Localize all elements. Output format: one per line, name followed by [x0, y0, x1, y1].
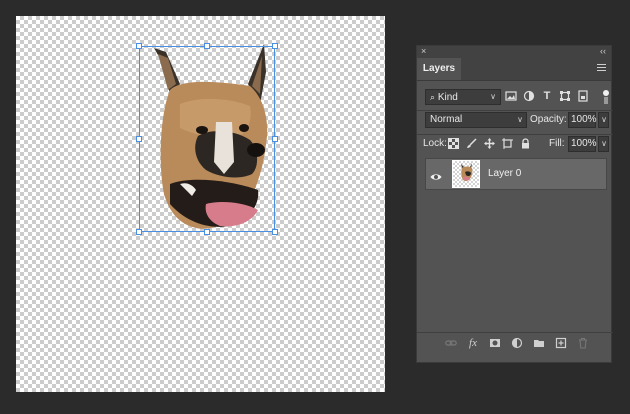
- tab-layers[interactable]: Layers: [417, 58, 461, 80]
- blend-mode-value: Normal: [430, 114, 463, 125]
- document-canvas[interactable]: [16, 16, 385, 392]
- chevron-down-icon: ∨: [601, 139, 607, 148]
- transform-handle-middle-left[interactable]: [136, 136, 142, 142]
- delete-layer-icon[interactable]: [577, 337, 589, 349]
- fill-input[interactable]: 100%: [568, 136, 597, 152]
- layer-name: Layer 0: [488, 168, 522, 179]
- filter-kind-select[interactable]: ⌕ Kind ∨: [425, 89, 501, 105]
- transform-handle-top-middle[interactable]: [204, 43, 210, 49]
- new-layer-icon[interactable]: [555, 337, 567, 349]
- layer-thumbnail: [452, 160, 480, 188]
- lock-transparent-pixels-icon[interactable]: [448, 138, 459, 149]
- lock-position-icon[interactable]: [484, 138, 495, 149]
- panel-tab-bar: Layers: [417, 58, 611, 81]
- filter-toggle-switch[interactable]: [603, 89, 609, 105]
- chevron-down-icon: ∨: [490, 92, 496, 101]
- close-panel-icon[interactable]: ×: [421, 46, 426, 56]
- lock-label: Lock:: [423, 138, 447, 149]
- layers-bottom-toolbar: fx: [417, 334, 613, 354]
- chevron-down-icon: ∨: [517, 115, 523, 124]
- blend-mode-select[interactable]: Normal ∨: [425, 112, 527, 128]
- opacity-value: 100%: [571, 114, 597, 125]
- transform-handle-top-left[interactable]: [136, 43, 142, 49]
- transform-handle-bottom-left[interactable]: [136, 229, 142, 235]
- layers-panel: × ‹‹ Layers ⌕ Kind ∨ T Normal ∨ Opacity:…: [416, 45, 613, 363]
- lock-fill-row: Lock: Fill: 100% ∨: [417, 136, 613, 154]
- fx-icon[interactable]: fx: [467, 337, 479, 349]
- visibility-eye-icon[interactable]: [430, 169, 442, 180]
- divider: [417, 110, 613, 111]
- panel-menu-icon[interactable]: [597, 64, 606, 72]
- shape-filter-icon[interactable]: [559, 90, 571, 102]
- blend-opacity-row: Normal ∨ Opacity: 100% ∨: [417, 112, 613, 130]
- dog-thumbnail-icon: [461, 163, 473, 182]
- divider: [417, 332, 613, 333]
- transform-handle-bottom-middle[interactable]: [204, 229, 210, 235]
- opacity-input[interactable]: 100%: [568, 112, 597, 128]
- opacity-dropdown-button[interactable]: ∨: [598, 112, 609, 128]
- transform-bounding-box[interactable]: [139, 46, 275, 232]
- transform-handle-bottom-right[interactable]: [272, 229, 278, 235]
- adjustment-layer-icon[interactable]: [511, 337, 523, 349]
- lock-image-pixels-icon[interactable]: [466, 138, 477, 149]
- panel-title-strip: × ‹‹: [417, 46, 611, 58]
- fill-value: 100%: [571, 138, 597, 149]
- transform-handle-middle-right[interactable]: [272, 136, 278, 142]
- add-mask-icon[interactable]: [489, 337, 501, 349]
- opacity-label: Opacity:: [530, 114, 567, 125]
- layer-row[interactable]: Layer 0: [425, 158, 607, 190]
- lock-all-icon[interactable]: [520, 138, 531, 149]
- search-icon: ⌕: [430, 92, 436, 102]
- type-filter-icon[interactable]: T: [541, 90, 553, 102]
- chevron-down-icon: ∨: [601, 115, 607, 124]
- filter-kind-label: Kind: [437, 92, 458, 103]
- fill-label: Fill:: [549, 138, 565, 149]
- link-layers-icon[interactable]: [445, 337, 457, 349]
- smart-object-filter-icon[interactable]: [577, 90, 589, 102]
- lock-artboard-icon[interactable]: [502, 138, 513, 149]
- divider: [417, 134, 613, 135]
- adjustment-filter-icon[interactable]: [523, 90, 535, 102]
- collapse-panel-icon[interactable]: ‹‹: [600, 46, 606, 56]
- new-group-icon[interactable]: [533, 337, 545, 349]
- fill-dropdown-button[interactable]: ∨: [598, 136, 609, 152]
- image-filter-icon[interactable]: [505, 90, 517, 102]
- filter-row: ⌕ Kind ∨ T: [417, 89, 613, 107]
- transform-handle-top-right[interactable]: [272, 43, 278, 49]
